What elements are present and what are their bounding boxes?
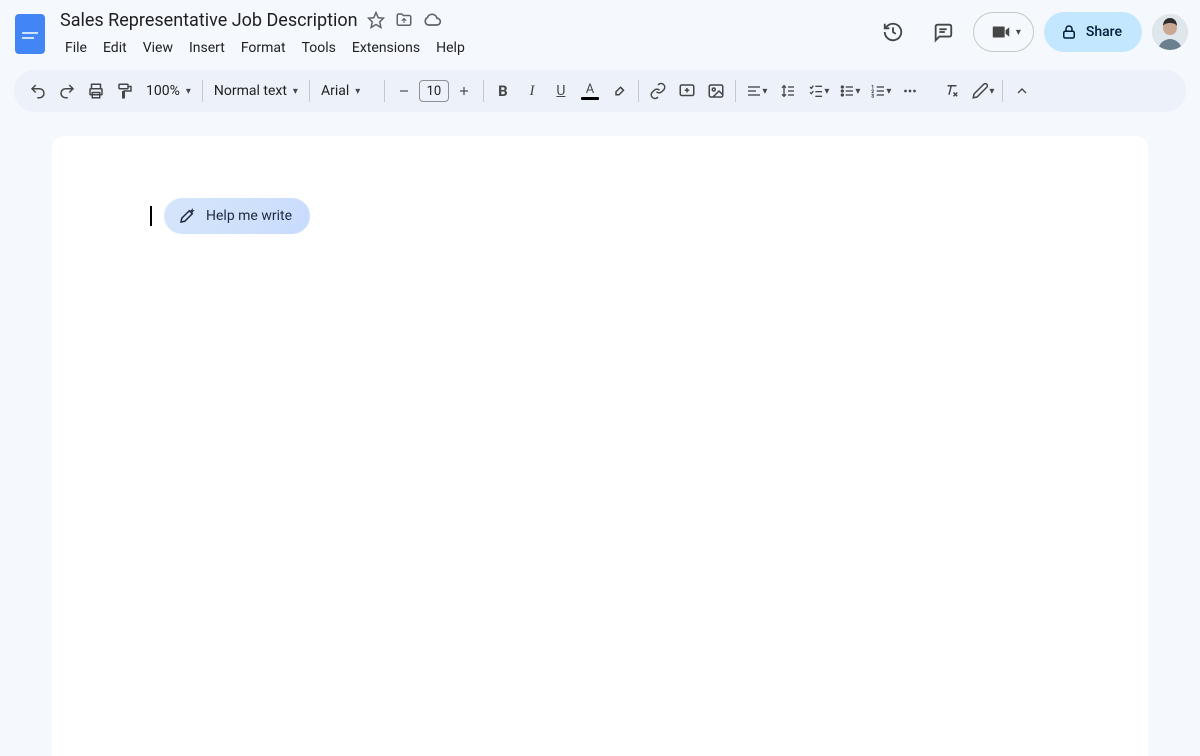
clear-formatting-button[interactable] [938, 77, 966, 105]
menu-extensions[interactable]: Extensions [345, 36, 427, 60]
history-icon[interactable] [873, 12, 913, 52]
menu-edit[interactable]: Edit [96, 36, 134, 60]
docs-logo-icon [15, 14, 45, 54]
menu-file[interactable]: File [58, 36, 94, 60]
line-spacing-button[interactable] [772, 77, 802, 105]
increase-font-size-button[interactable] [450, 77, 478, 105]
text-color-button[interactable]: A [576, 77, 604, 105]
help-me-write-label: Help me write [206, 208, 292, 224]
highlight-color-button[interactable] [605, 77, 633, 105]
title-block: Sales Representative Job Description Fil… [56, 8, 873, 60]
checklist-button[interactable]: ▾ [803, 77, 833, 105]
header: Sales Representative Job Description Fil… [0, 0, 1200, 64]
lock-icon [1060, 23, 1078, 41]
menu-view[interactable]: View [136, 36, 180, 60]
menu-tools[interactable]: Tools [295, 36, 343, 60]
toolbar: 100% ▾ Normal text ▾ Arial ▾ 10 B I U A [14, 70, 1186, 112]
font-size-input[interactable]: 10 [419, 80, 449, 102]
separator [735, 80, 736, 102]
menu-format[interactable]: Format [234, 36, 293, 60]
help-me-write-button[interactable]: Help me write [164, 198, 310, 234]
italic-button[interactable]: I [518, 77, 546, 105]
undo-button[interactable] [24, 77, 52, 105]
meet-button[interactable]: ▾ [973, 12, 1034, 52]
chevron-down-icon: ▾ [855, 86, 860, 97]
share-button[interactable]: Share [1044, 12, 1142, 52]
chevron-down-icon: ▾ [355, 86, 360, 97]
zoom-select[interactable]: 100% ▾ [140, 77, 197, 105]
document-canvas: Help me write [0, 122, 1200, 756]
chevron-down-icon: ▾ [989, 86, 994, 97]
title-row: Sales Representative Job Description [56, 8, 873, 32]
move-icon[interactable] [394, 10, 414, 30]
menu-help[interactable]: Help [429, 36, 472, 60]
print-button[interactable] [82, 77, 110, 105]
insert-image-button[interactable] [702, 77, 730, 105]
video-icon [990, 21, 1012, 43]
decrease-font-size-button[interactable] [390, 77, 418, 105]
share-label: Share [1086, 24, 1122, 40]
document-title[interactable]: Sales Representative Job Description [60, 10, 358, 31]
chevron-down-icon: ▾ [762, 86, 767, 97]
text-cursor [150, 206, 152, 226]
font-value: Arial [321, 83, 349, 99]
editing-mode-button[interactable]: ▾ [967, 77, 997, 105]
separator [384, 80, 385, 102]
more-button[interactable] [896, 77, 924, 105]
paragraph-style-value: Normal text [214, 83, 287, 99]
numbered-list-button[interactable]: 123 ▾ [865, 77, 895, 105]
chevron-down-icon: ▾ [186, 86, 191, 97]
insert-link-button[interactable] [644, 77, 672, 105]
underline-button[interactable]: U [547, 77, 575, 105]
avatar[interactable] [1152, 14, 1188, 50]
menu-insert[interactable]: Insert [182, 36, 232, 60]
cloud-status-icon[interactable] [422, 10, 442, 30]
separator [309, 80, 310, 102]
redo-button[interactable] [53, 77, 81, 105]
avatar-image [1152, 14, 1188, 50]
pencil-sparkle-icon [178, 207, 196, 225]
chevron-down-icon: ▾ [1016, 27, 1021, 38]
chevron-down-icon: ▾ [886, 86, 891, 97]
comments-icon[interactable] [923, 12, 963, 52]
insert-comment-button[interactable] [673, 77, 701, 105]
separator [1002, 80, 1003, 102]
separator [638, 80, 639, 102]
separator [483, 80, 484, 102]
chevron-down-icon: ▾ [824, 86, 829, 97]
paragraph-style-select[interactable]: Normal text ▾ [208, 77, 304, 105]
menu-bar: File Edit View Insert Format Tools Exten… [56, 32, 873, 60]
svg-text:3: 3 [872, 94, 875, 99]
header-right: ▾ Share [873, 8, 1188, 56]
star-icon[interactable] [366, 10, 386, 30]
paint-format-button[interactable] [111, 77, 139, 105]
font-select[interactable]: Arial ▾ [315, 77, 379, 105]
separator [202, 80, 203, 102]
docs-logo[interactable] [12, 10, 48, 58]
collapse-toolbar-button[interactable] [1008, 77, 1036, 105]
document-page[interactable]: Help me write [52, 136, 1148, 756]
bold-button[interactable]: B [489, 77, 517, 105]
chevron-down-icon: ▾ [293, 86, 298, 97]
bulleted-list-button[interactable]: ▾ [834, 77, 864, 105]
align-button[interactable]: ▾ [741, 77, 771, 105]
zoom-value: 100% [146, 83, 180, 99]
